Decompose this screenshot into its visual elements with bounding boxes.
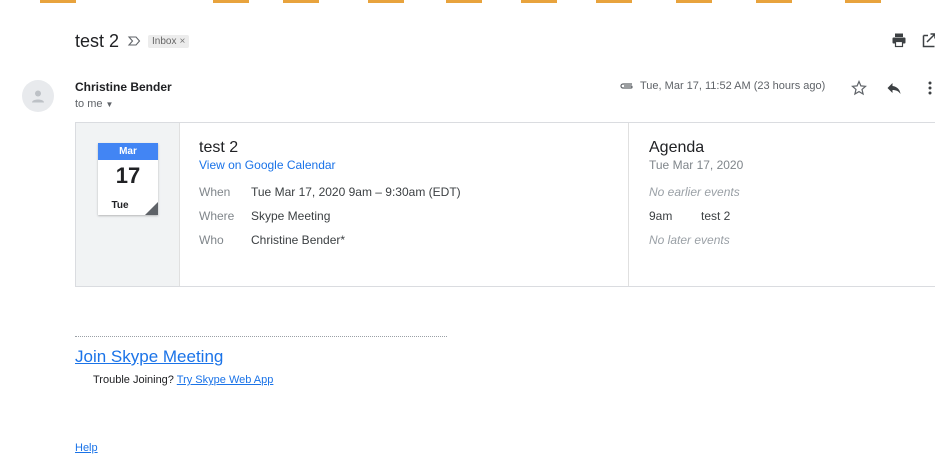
inbox-label-chip[interactable]: Inbox × — [148, 34, 190, 48]
star-icon[interactable] — [851, 80, 867, 96]
agenda-event-time: 9am — [649, 209, 673, 223]
recipient-text: to me — [75, 98, 103, 110]
dotted-divider — [75, 336, 447, 337]
event-detail-row: When Tue Mar 17, 2020 9am – 9:30am (EDT) — [199, 180, 619, 204]
strip-segment — [521, 0, 557, 3]
strip-segment — [596, 0, 632, 3]
attachment-icon — [620, 83, 633, 89]
pane-divider — [628, 123, 629, 286]
remove-label-button[interactable]: × — [180, 36, 186, 47]
calendar-day: 17 — [115, 163, 141, 188]
importance-marker-icon[interactable] — [127, 34, 141, 48]
try-skype-web-app-link[interactable]: Try Skype Web App — [177, 374, 274, 386]
agenda-no-later: No later events — [649, 233, 730, 247]
agenda-list: No earlier events 9am test 2 No later ev… — [649, 180, 929, 252]
sender-name[interactable]: Christine Bender — [75, 80, 172, 94]
message-meta: Tue, Mar 17, 11:52 AM (23 hours ago) — [619, 80, 825, 92]
sender-avatar[interactable] — [22, 80, 54, 112]
agenda-event-item[interactable]: 9am test 2 — [649, 204, 929, 228]
top-color-strip — [0, 0, 935, 6]
strip-segment — [676, 0, 712, 3]
strip-segment — [213, 0, 249, 3]
event-detail-row: Where Skype Meeting — [199, 204, 619, 228]
detail-value: Tue Mar 17, 2020 9am – 9:30am (EDT) — [251, 185, 461, 199]
event-title: test 2 — [199, 139, 239, 156]
calendar-date-widget: Mar 17 Tue — [98, 143, 158, 215]
trouble-joining-label: Trouble Joining? — [93, 374, 174, 386]
detail-key: When — [199, 185, 231, 199]
subject-row: test 2 Inbox × — [75, 28, 190, 54]
strip-segment — [40, 0, 76, 3]
calendar-weekday: Tue — [111, 200, 129, 211]
print-icon[interactable] — [891, 32, 907, 48]
agenda-no-earlier: No earlier events — [649, 185, 740, 199]
open-in-new-window-icon[interactable] — [922, 32, 935, 48]
calendar-month: Mar — [98, 143, 158, 160]
agenda-title: Agenda — [649, 139, 705, 156]
message-timestamp: Tue, Mar 17, 11:52 AM (23 hours ago) — [640, 80, 826, 92]
detail-key: Who — [199, 233, 224, 247]
strip-segment — [845, 0, 881, 3]
view-on-google-calendar-link[interactable]: View on Google Calendar — [199, 158, 619, 172]
detail-value: Christine Bender* — [251, 233, 346, 247]
strip-segment — [446, 0, 482, 3]
event-info-pane: test 2 View on Google Calendar When Tue … — [199, 139, 619, 252]
calendar-invite-card: Mar 17 Tue test 2 View on Google Calenda… — [75, 122, 935, 287]
agenda-event-name: test 2 — [701, 209, 731, 223]
reply-icon[interactable] — [886, 81, 902, 95]
strip-segment — [283, 0, 319, 3]
event-details: When Tue Mar 17, 2020 9am – 9:30am (EDT)… — [199, 180, 619, 252]
recipient-details-toggle[interactable]: to me ▼ — [75, 98, 113, 110]
trouble-joining-text: Trouble Joining? Try Skype Web App — [93, 374, 273, 386]
page-fold-corner — [145, 202, 158, 215]
chevron-down-icon: ▼ — [105, 100, 114, 109]
agenda-pane: Agenda Tue Mar 17, 2020 No earlier event… — [649, 139, 929, 252]
event-detail-row: Who Christine Bender* — [199, 228, 619, 252]
person-icon — [32, 90, 44, 103]
strip-segment — [368, 0, 404, 3]
more-vert-icon[interactable] — [927, 80, 933, 96]
detail-key: Where — [199, 209, 235, 223]
join-skype-meeting-link[interactable]: Join Skype Meeting — [75, 347, 223, 367]
agenda-date: Tue Mar 17, 2020 — [649, 158, 744, 172]
strip-segment — [756, 0, 792, 3]
label-text: Inbox — [152, 35, 177, 47]
calendar-date-pane: Mar 17 Tue — [76, 123, 180, 286]
help-link[interactable]: Help — [75, 442, 98, 454]
detail-value: Skype Meeting — [251, 209, 331, 223]
email-subject: test 2 — [75, 30, 120, 51]
